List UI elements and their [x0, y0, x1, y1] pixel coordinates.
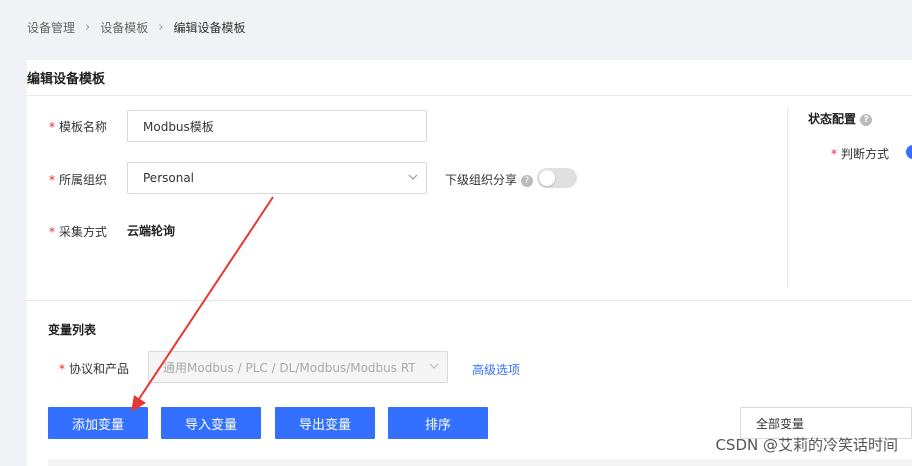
protocol-select[interactable]: 通用Modbus / PLC / DL/Modbus/Modbus RT — [148, 351, 448, 383]
export-variable-button[interactable]: 导出变量 — [275, 407, 375, 439]
sub-org-share-toggle[interactable] — [537, 168, 577, 188]
template-name-label: * 模板名称 — [49, 120, 108, 134]
watermark: CSDN @艾莉的冷笑话时间 — [715, 436, 898, 454]
protocol-label: * 协议和产品 — [59, 362, 130, 376]
import-variable-button[interactable]: 导入变量 — [161, 407, 261, 439]
sort-button[interactable]: 排序 — [388, 407, 488, 439]
collect-method-label: * 采集方式 — [49, 225, 108, 239]
breadcrumb-item-device-management[interactable]: 设备管理 — [27, 19, 75, 36]
toggle-knob — [539, 170, 555, 186]
required-mark: * — [49, 173, 55, 187]
collect-method-value: 云端轮询 — [127, 224, 176, 238]
breadcrumb: 设备管理 › 设备模板 › 编辑设备模板 — [27, 18, 245, 36]
chevron-down-icon — [408, 174, 418, 180]
variable-list-title: 变量列表 — [48, 323, 97, 337]
edit-template-card: 编辑设备模板 * 模板名称 Modbus模板 * 所属组织 Personal 下级组… — [27, 60, 912, 466]
required-mark: * — [49, 120, 55, 134]
status-config-title: 状态配置 ? — [808, 110, 873, 127]
chevron-right-icon: › — [158, 19, 164, 35]
template-name-input[interactable]: Modbus模板 — [127, 110, 427, 142]
chevron-down-icon — [429, 363, 439, 369]
organization-label: * 所属组织 — [49, 173, 108, 187]
required-mark: * — [49, 225, 55, 239]
title-divider — [27, 95, 912, 96]
judge-method-radio[interactable] — [906, 145, 912, 159]
judge-method-label: * 判断方式 — [831, 147, 890, 161]
chevron-right-icon: › — [85, 19, 91, 35]
breadcrumb-item-device-template[interactable]: 设备模板 — [100, 19, 148, 36]
page-title: 编辑设备模板 — [27, 72, 106, 87]
required-mark: * — [831, 147, 837, 161]
sub-org-share-label: 下级组织分享 ? — [445, 171, 533, 188]
advanced-options-link[interactable]: 高级选项 — [472, 361, 520, 378]
add-variable-button[interactable]: 添加变量 — [48, 407, 148, 439]
help-icon[interactable]: ? — [520, 174, 533, 187]
breadcrumb-item-current: 编辑设备模板 — [173, 20, 246, 35]
organization-select[interactable]: Personal — [127, 162, 427, 194]
section-divider — [787, 108, 788, 288]
help-icon[interactable]: ? — [860, 113, 873, 126]
required-mark: * — [59, 362, 65, 376]
